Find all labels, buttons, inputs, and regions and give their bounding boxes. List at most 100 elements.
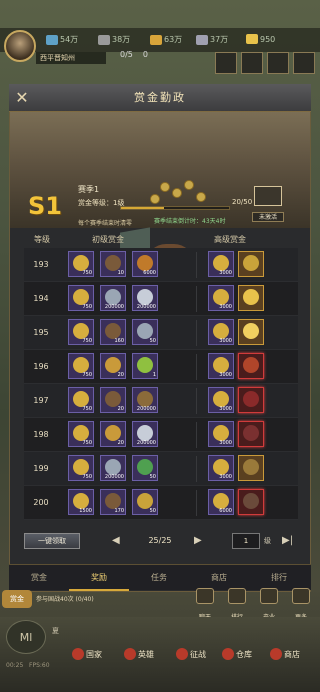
reward-feather-slot[interactable]: 20 <box>100 353 126 379</box>
reward-chest-slot[interactable]: 20 <box>100 387 126 413</box>
iron-icon <box>98 34 110 45</box>
reward-bag-slot[interactable]: 200000 <box>132 387 158 413</box>
table-row: 194 750 200000 200000 3000 <box>24 282 298 316</box>
tab-1[interactable]: 奖励 <box>69 565 129 591</box>
event-icon[interactable] <box>215 52 237 74</box>
reward-goldscroll-slot[interactable] <box>238 285 264 311</box>
reward-gold-slot[interactable]: 3000 <box>208 387 234 413</box>
reward-gold-slot[interactable]: 3000 <box>208 251 234 277</box>
reward-gold-slot[interactable]: 3000 <box>208 421 234 447</box>
column-divider <box>196 320 197 346</box>
claim-all-button[interactable]: 一键领取 <box>24 533 80 549</box>
reward-chest-slot[interactable]: 160 <box>100 319 126 345</box>
chat-message[interactable]: 参与国战40次 (0/40) <box>36 594 94 603</box>
tab-0[interactable]: 赏金 <box>9 565 69 591</box>
reward-gold-slot[interactable]: 750 <box>68 319 94 345</box>
reward-gold-slot[interactable]: 1500 <box>68 489 94 515</box>
row-level: 195 <box>33 328 49 337</box>
reward-gold-slot[interactable]: 3000 <box>208 353 234 379</box>
resource-iron[interactable]: 38万 <box>98 34 130 45</box>
row-level: 198 <box>33 430 49 439</box>
reward-ingot-slot[interactable]: 200000 <box>132 285 158 311</box>
reward-mystery-slot[interactable] <box>238 251 264 277</box>
reward-gold-slot[interactable]: 750 <box>68 421 94 447</box>
reward-quantity: 3000 <box>219 474 232 480</box>
reward-gold-slot[interactable]: 750 <box>68 387 94 413</box>
reward-redbook-slot[interactable] <box>238 387 264 413</box>
reward-quantity: 750 <box>82 372 92 378</box>
reward-chest-slot[interactable]: 10 <box>100 251 126 277</box>
close-icon[interactable]: ✕ <box>12 88 32 108</box>
reward-gold-slot[interactable]: 3000 <box>208 285 234 311</box>
next-page-icon[interactable]: ▶ <box>194 535 202 546</box>
tab-2[interactable]: 任务 <box>129 565 189 591</box>
reward-chest-slot[interactable]: 170 <box>100 489 126 515</box>
gold-icon <box>73 357 89 373</box>
reward-table: 193 750 10 6000 3000 194 750 200000 200000 3000 19… <box>24 248 298 524</box>
column-divider <box>196 286 197 312</box>
reward-goldwings-slot[interactable] <box>238 319 264 345</box>
reward-silver-slot[interactable]: 50 <box>132 319 158 345</box>
nav-icon <box>72 648 84 660</box>
reward-gold-slot[interactable]: 3000 <box>208 455 234 481</box>
reward-potion-slot[interactable]: 50 <box>132 455 158 481</box>
castle-button[interactable]: Ml <box>6 620 46 654</box>
gold-icon <box>246 34 258 44</box>
reward-redchest-slot[interactable] <box>238 353 264 379</box>
last-page-icon[interactable]: ▶| <box>282 535 293 546</box>
mail-icon[interactable] <box>267 52 289 74</box>
reward-quantity: 50 <box>149 338 156 344</box>
side-button-icon <box>196 588 214 604</box>
reward-gold-slot[interactable]: 750 <box>68 251 94 277</box>
side-button-1[interactable]: 排行 <box>226 588 248 621</box>
header-basic: 初级赏金 <box>92 235 124 244</box>
reward-gold-slot[interactable]: 750 <box>68 353 94 379</box>
reward-gold-slot[interactable]: 750 <box>68 455 94 481</box>
gift-icon[interactable] <box>293 52 315 74</box>
gold-icon <box>213 425 229 441</box>
reward-redsword-slot[interactable] <box>238 421 264 447</box>
nav-item-4[interactable]: 商店 <box>270 648 300 660</box>
nav-item-2[interactable]: 征战 <box>176 648 206 660</box>
resource-value: 63万 <box>164 35 183 44</box>
nav-item-0[interactable]: 国家 <box>72 648 102 660</box>
season-countdown: 赛季结束倒计时：43天4时 <box>154 218 226 225</box>
prev-page-icon[interactable]: ◀ <box>112 535 120 546</box>
reward-hero-slot[interactable] <box>238 489 264 515</box>
side-button-0[interactable]: 聊天 <box>194 588 216 621</box>
reward-quantity: 20 <box>117 440 124 446</box>
chest-status[interactable]: 未激活 <box>252 212 284 222</box>
nav-item-3[interactable]: 仓库 <box>222 648 252 660</box>
top-icon-group <box>215 52 315 74</box>
reward-gold-slot[interactable]: 3000 <box>208 319 234 345</box>
gold-icon <box>73 459 89 475</box>
silver-icon <box>105 459 121 475</box>
coin-decoration <box>172 188 182 198</box>
resource-food[interactable]: 63万 <box>150 34 182 45</box>
reward-scroll-slot[interactable]: 6000 <box>132 251 158 277</box>
chest-icon[interactable] <box>254 186 282 206</box>
reward-silver-slot[interactable]: 200000 <box>100 285 126 311</box>
reward-quantity: 200000 <box>136 406 156 412</box>
troop-status: 0/5 0 <box>120 50 148 59</box>
reward-gold-slot[interactable]: 750 <box>68 285 94 311</box>
reward-gold-slot[interactable]: 6000 <box>208 489 234 515</box>
nav-item-1[interactable]: 英雄 <box>124 648 154 660</box>
castle-icon[interactable] <box>241 52 263 74</box>
reward-silver-slot[interactable]: 200000 <box>100 455 126 481</box>
reward-sickle-slot[interactable]: 1 <box>132 353 158 379</box>
reward-ingot-slot[interactable]: 200000 <box>132 421 158 447</box>
level-input[interactable]: 1 <box>232 533 260 549</box>
reward-quantity: 3000 <box>219 372 232 378</box>
side-button-2[interactable]: 产业 <box>258 588 280 621</box>
reward-chestgold-slot[interactable] <box>238 455 264 481</box>
resource-wood[interactable]: 54万 <box>46 34 78 45</box>
chat-badge[interactable]: 赏金 <box>2 590 32 608</box>
resource-stone[interactable]: 37万 <box>196 34 228 45</box>
player-avatar[interactable] <box>4 30 36 62</box>
resource-gold[interactable]: 950 <box>246 34 275 44</box>
reward-feather-slot[interactable]: 20 <box>100 421 126 447</box>
side-button-3[interactable]: 更多 <box>290 588 312 621</box>
reward-mystery-slot[interactable]: 50 <box>132 489 158 515</box>
silver-icon <box>105 289 121 305</box>
